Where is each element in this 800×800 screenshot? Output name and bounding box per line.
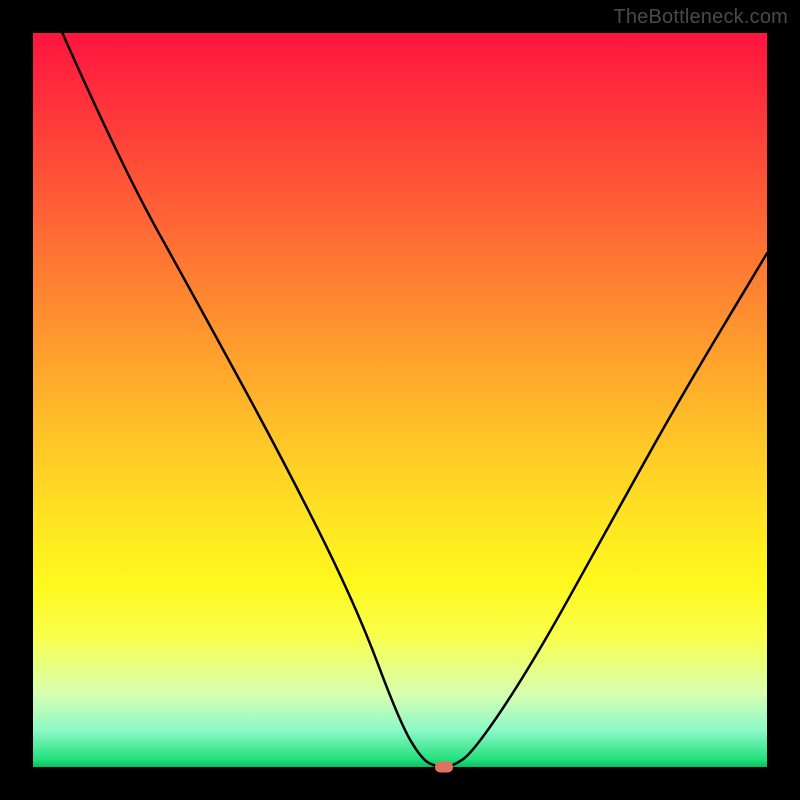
optimal-marker — [435, 762, 453, 773]
chart-frame: TheBottleneck.com — [0, 0, 800, 800]
plot-background — [33, 33, 767, 767]
watermark-text: TheBottleneck.com — [613, 6, 788, 29]
